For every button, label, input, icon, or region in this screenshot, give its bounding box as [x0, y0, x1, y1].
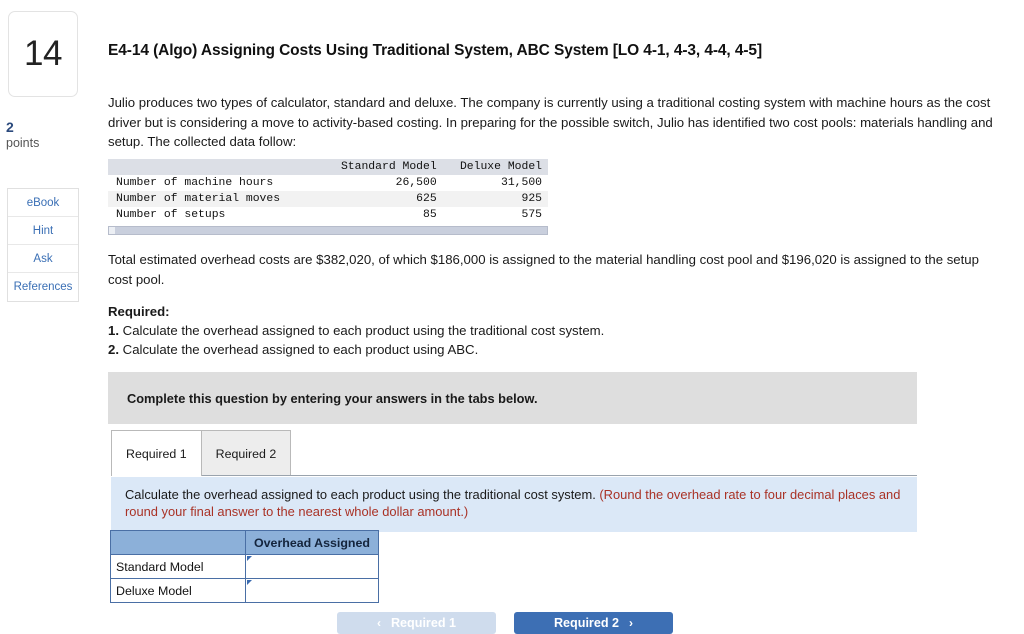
- answer-table-column-header: Overhead Assigned: [245, 530, 379, 555]
- chevron-right-icon: ›: [629, 616, 634, 630]
- intro-paragraph: Julio produces two types of calculator, …: [108, 95, 993, 149]
- row-label-material-moves: Number of material moves: [108, 191, 322, 207]
- table-row: Standard Model: [110, 554, 379, 579]
- chevron-left-icon: ‹: [376, 616, 381, 630]
- row-label-setups: Number of setups: [116, 209, 226, 221]
- row-label-machine-hours: Number of machine hours: [116, 177, 274, 189]
- previous-requirement-label: Required 1: [390, 616, 457, 630]
- requirement-tabs: Required 1 Required 2: [111, 430, 292, 476]
- rail-button-group: eBook Hint Ask References: [7, 188, 79, 302]
- tab-required-1-label: Required 1: [126, 446, 187, 461]
- table-row: Number of material moves 625 925: [108, 191, 548, 207]
- given-data-table-wrapper: Standard Model Deluxe Model Number of ma…: [108, 159, 548, 235]
- answer-input-standard[interactable]: [245, 554, 379, 579]
- hint-button[interactable]: Hint: [8, 217, 78, 245]
- required-block: Required: 1. Calculate the overhead assi…: [108, 302, 604, 359]
- cell-marker-icon: [247, 556, 252, 561]
- tab-divider: [111, 475, 917, 476]
- column-header-standard: Standard Model: [321, 159, 443, 175]
- required-item-1: 1. Calculate the overhead assigned to ea…: [108, 321, 604, 340]
- tab-required-2-label: Required 2: [215, 446, 277, 461]
- required-heading: Required:: [108, 304, 170, 319]
- tab-required-1[interactable]: Required 1: [111, 430, 202, 476]
- answer-table: Overhead Assigned Standard Model Deluxe …: [110, 530, 379, 603]
- overhead-costs-paragraph: Total estimated overhead costs are $382,…: [108, 252, 979, 287]
- points-value: 2: [6, 119, 14, 135]
- bottom-navigation: ‹ Required 1 Required 2 ›: [337, 612, 673, 634]
- required-item-1-number: 1.: [108, 323, 119, 338]
- answer-table-wrapper: Overhead Assigned Standard Model Deluxe …: [110, 530, 379, 603]
- cell-material-moves-standard: 625: [321, 191, 443, 207]
- table-horizontal-scrollbar[interactable]: [108, 226, 548, 235]
- column-header-blank: [108, 159, 322, 175]
- tab-required-2[interactable]: Required 2: [201, 430, 292, 476]
- table-row: Deluxe Model: [110, 578, 379, 603]
- cell-setups-standard: 85: [423, 209, 437, 221]
- cell-setups-deluxe: 575: [521, 209, 542, 221]
- question-page: 14 2 points eBook Hint Ask References E4…: [0, 0, 1024, 634]
- cell-marker-icon: [247, 580, 252, 585]
- cell-material-moves-deluxe: 925: [442, 191, 548, 207]
- answer-input-deluxe[interactable]: [245, 578, 379, 603]
- cell-machine-hours-standard: 26,500: [395, 177, 437, 189]
- table-row: Number of machine hours 26,500 31,500: [108, 175, 548, 191]
- required-item-2-number: 2.: [108, 342, 119, 357]
- table-row: Number of setups 85 575: [108, 207, 548, 223]
- cell-machine-hours-deluxe: 31,500: [500, 177, 542, 189]
- complete-question-banner: Complete this question by entering your …: [108, 372, 917, 424]
- points-block: 2 points: [6, 120, 39, 151]
- next-requirement-label: Required 2: [553, 616, 620, 630]
- references-button[interactable]: References: [8, 273, 78, 301]
- required-item-1-text: Calculate the overhead assigned to each …: [122, 323, 605, 338]
- required-item-2-text: Calculate the overhead assigned to each …: [122, 342, 479, 357]
- answer-table-header-row: Overhead Assigned: [110, 530, 379, 555]
- page-title: E4-14 (Algo) Assigning Costs Using Tradi…: [108, 42, 763, 59]
- ask-button[interactable]: Ask: [8, 245, 78, 273]
- answer-row-label-standard: Standard Model: [110, 554, 246, 579]
- scrollbar-thumb[interactable]: [109, 227, 115, 234]
- instruction-banner: Calculate the overhead assigned to each …: [111, 477, 917, 532]
- required-item-2: 2. Calculate the overhead assigned to ea…: [108, 340, 604, 359]
- left-rail: 14 2 points eBook Hint Ask References: [0, 0, 92, 634]
- column-header-deluxe: Deluxe Model: [442, 159, 548, 175]
- given-data-table: Standard Model Deluxe Model Number of ma…: [108, 159, 548, 223]
- answer-row-label-deluxe: Deluxe Model: [110, 578, 246, 603]
- instruction-main-text: Calculate the overhead assigned to each …: [125, 487, 596, 502]
- ebook-button[interactable]: eBook: [8, 189, 78, 217]
- points-label: points: [6, 136, 40, 150]
- complete-question-text: Complete this question by entering your …: [127, 390, 538, 406]
- next-requirement-button[interactable]: Required 2 ›: [514, 612, 673, 634]
- answer-table-corner: [110, 530, 246, 555]
- previous-requirement-button[interactable]: ‹ Required 1: [337, 612, 496, 634]
- table-header-row: Standard Model Deluxe Model: [108, 159, 548, 175]
- question-number-box: 14: [8, 11, 78, 97]
- question-number: 14: [24, 34, 62, 73]
